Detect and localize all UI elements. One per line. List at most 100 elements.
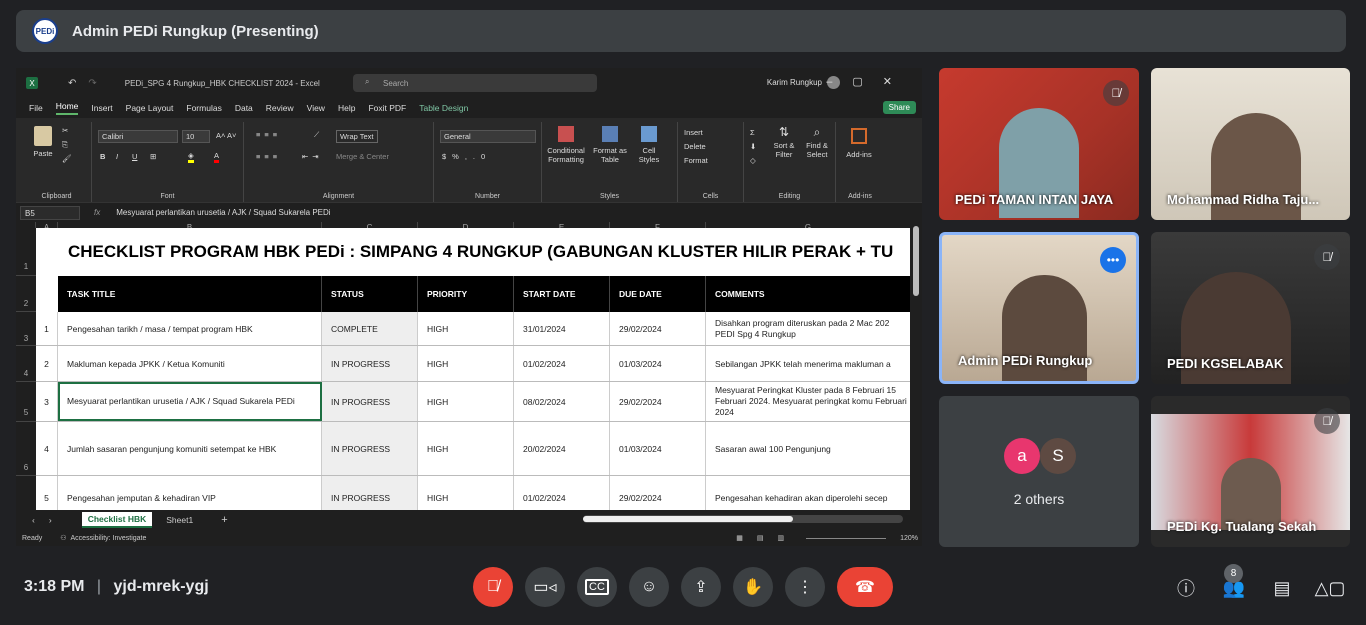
- tab-next-icon[interactable]: ›: [49, 515, 52, 525]
- menu-view[interactable]: View: [307, 103, 325, 113]
- window-controls[interactable]: –▢✕: [826, 75, 912, 88]
- horizontal-scrollbar[interactable]: [583, 515, 903, 523]
- add-sheet-button[interactable]: +: [215, 512, 233, 528]
- reactions-button[interactable]: ☺: [629, 567, 669, 607]
- menu-formulas[interactable]: Formulas: [186, 103, 221, 113]
- sort-filter-button[interactable]: ⇅ Sort & Filter: [770, 126, 798, 159]
- cell-styles-button[interactable]: Cell Styles: [634, 126, 664, 164]
- spreadsheet-grid[interactable]: 1 2 3 4 5 6 CHECKLIST PROGRAM HBK PEDi :…: [16, 228, 910, 510]
- view-icons[interactable]: ▦▤▥: [736, 534, 798, 542]
- font-name-select[interactable]: Calibri: [98, 130, 178, 143]
- conditional-formatting-button[interactable]: Conditional Formatting: [546, 126, 586, 164]
- find-select-button[interactable]: ⌕ Find & Select: [802, 126, 832, 159]
- row-6[interactable]: 6: [16, 422, 36, 476]
- underline-button[interactable]: U: [132, 152, 137, 161]
- header-status: STATUS: [322, 276, 418, 312]
- vertical-scrollbar[interactable]: [910, 216, 922, 510]
- menu-help[interactable]: Help: [338, 103, 355, 113]
- fill-color-icon[interactable]: ◈: [188, 151, 194, 163]
- excel-search[interactable]: ⌕ Search: [353, 74, 597, 92]
- tab-checklist-hbk[interactable]: Checklist HBK: [81, 512, 153, 528]
- status-accessibility[interactable]: Accessibility: Investigate: [71, 535, 147, 542]
- table-row[interactable]: 5 Pengesahan jemputan & kehadiran VIP IN…: [36, 476, 910, 510]
- scroll-thumb[interactable]: [583, 516, 793, 522]
- formula-input[interactable]: Mesyuarat perlantikan urusetia / AJK / S…: [116, 208, 330, 217]
- insert-cells-button[interactable]: Insert: [684, 128, 703, 137]
- name-box[interactable]: B5: [20, 205, 80, 220]
- more-options-button[interactable]: ⋮: [785, 567, 825, 607]
- chat-button[interactable]: ▤: [1268, 574, 1296, 602]
- table-row[interactable]: 1 Pengesahan tarikh / masa / tempat prog…: [36, 312, 910, 346]
- row-headers: 1 2 3 4 5 6: [16, 228, 36, 510]
- redo-icon[interactable]: ↷: [88, 78, 96, 89]
- raise-hand-button[interactable]: ✋: [733, 567, 773, 607]
- delete-cells-button[interactable]: Delete: [684, 142, 706, 151]
- paste-button[interactable]: Paste: [30, 126, 56, 158]
- menu-page-layout[interactable]: Page Layout: [126, 103, 174, 113]
- align-top-icons[interactable]: ≡≡≡: [256, 130, 281, 139]
- captions-button[interactable]: CC: [577, 567, 617, 607]
- camera-toggle-button[interactable]: ▭◃: [525, 567, 565, 607]
- clear-icon[interactable]: ◇: [750, 156, 756, 165]
- participant-tile[interactable]: 🎙̸ PEDI KGSELABAK: [1151, 232, 1350, 384]
- row-4[interactable]: 4: [16, 346, 36, 382]
- undo-icon[interactable]: ↶: [68, 78, 76, 89]
- align-left-icons[interactable]: ≡≡≡: [256, 152, 281, 161]
- row-5[interactable]: 5: [16, 382, 36, 422]
- leave-call-button[interactable]: ☎: [837, 567, 893, 607]
- participant-tile[interactable]: 🎙̸ PEDi Kg. Tualang Sekah: [1151, 396, 1350, 547]
- row-2[interactable]: 2: [16, 276, 36, 312]
- number-format-select[interactable]: General: [440, 130, 536, 143]
- present-button[interactable]: ⇪: [681, 567, 721, 607]
- format-painter-icon[interactable]: 🖌: [62, 154, 72, 163]
- format-cells-button[interactable]: Format: [684, 156, 708, 165]
- selected-cell[interactable]: Mesyuarat perlantikan urusetia / AJK / S…: [58, 382, 322, 421]
- zoom-slider[interactable]: [806, 537, 887, 539]
- mic-toggle-button[interactable]: 🎙̸: [473, 567, 513, 607]
- menu-data[interactable]: Data: [235, 103, 253, 113]
- table-row[interactable]: 4 Jumlah sasaran pengunjung komuniti set…: [36, 422, 910, 476]
- participant-tile[interactable]: Mohammad Ridha Taju...: [1151, 68, 1350, 220]
- borders-icon[interactable]: ⊞: [150, 152, 156, 161]
- tab-prev-icon[interactable]: ‹: [32, 515, 35, 525]
- menu-table-design[interactable]: Table Design: [419, 103, 468, 113]
- participant-tile-active-speaker[interactable]: ••• Admin PEDi Rungkup: [939, 232, 1139, 384]
- number-icons[interactable]: $%,.0: [442, 152, 491, 161]
- styles-group: Conditional Formatting Format as Table C…: [542, 122, 678, 202]
- font-grow-icon[interactable]: A˄ A˅: [216, 131, 236, 140]
- menu-foxit[interactable]: Foxit PDF: [368, 103, 406, 113]
- menu-file[interactable]: File: [29, 103, 43, 113]
- cut-icon[interactable]: ✂: [62, 126, 68, 135]
- format-table-icon: [602, 126, 618, 142]
- font-color-icon[interactable]: A: [214, 151, 220, 163]
- menu-home[interactable]: Home: [55, 101, 79, 115]
- copy-icon[interactable]: ⎘: [62, 140, 68, 149]
- font-size-select[interactable]: 10: [182, 130, 210, 143]
- tab-sheet1[interactable]: Sheet1: [160, 513, 199, 527]
- more-vert-icon: ⋮: [797, 579, 813, 596]
- bold-button[interactable]: B: [100, 152, 105, 161]
- others-tile[interactable]: a S 2 others: [939, 396, 1139, 547]
- merge-center-button[interactable]: Merge & Center: [336, 152, 389, 161]
- italic-button[interactable]: I: [116, 152, 118, 161]
- fx-icon[interactable]: fx: [94, 208, 100, 217]
- table-row[interactable]: 3 Mesyuarat perlantikan urusetia / AJK /…: [36, 382, 910, 422]
- autosum-icon[interactable]: Σ: [750, 128, 755, 137]
- indent-icons[interactable]: ⇤⇥: [302, 152, 323, 161]
- wrap-text-button[interactable]: Wrap Text: [336, 130, 378, 143]
- fill-icon[interactable]: ⬇: [750, 142, 756, 151]
- presenter-bar: PEDi Admin PEDi Rungkup (Presenting): [16, 10, 1346, 52]
- table-row[interactable]: 2 Makluman kepada JPKK / Ketua Komuniti …: [36, 346, 910, 382]
- addins-button[interactable]: Add-ins: [842, 128, 876, 159]
- activities-button[interactable]: △▢: [1315, 574, 1346, 602]
- participant-tile[interactable]: 🎙̸ PEDi TAMAN INTAN JAYA: [939, 68, 1139, 220]
- orientation-icon[interactable]: ⟋: [314, 130, 319, 139]
- menu-insert[interactable]: Insert: [91, 103, 112, 113]
- row-3[interactable]: 3: [16, 312, 36, 346]
- format-as-table-button[interactable]: Format as Table: [592, 126, 628, 164]
- menu-review[interactable]: Review: [266, 103, 294, 113]
- share-button[interactable]: Share: [882, 101, 916, 114]
- people-button[interactable]: 👥 8: [1220, 564, 1248, 602]
- row-1[interactable]: 1: [16, 228, 36, 276]
- meeting-details-button[interactable]: ⓘ: [1172, 574, 1200, 602]
